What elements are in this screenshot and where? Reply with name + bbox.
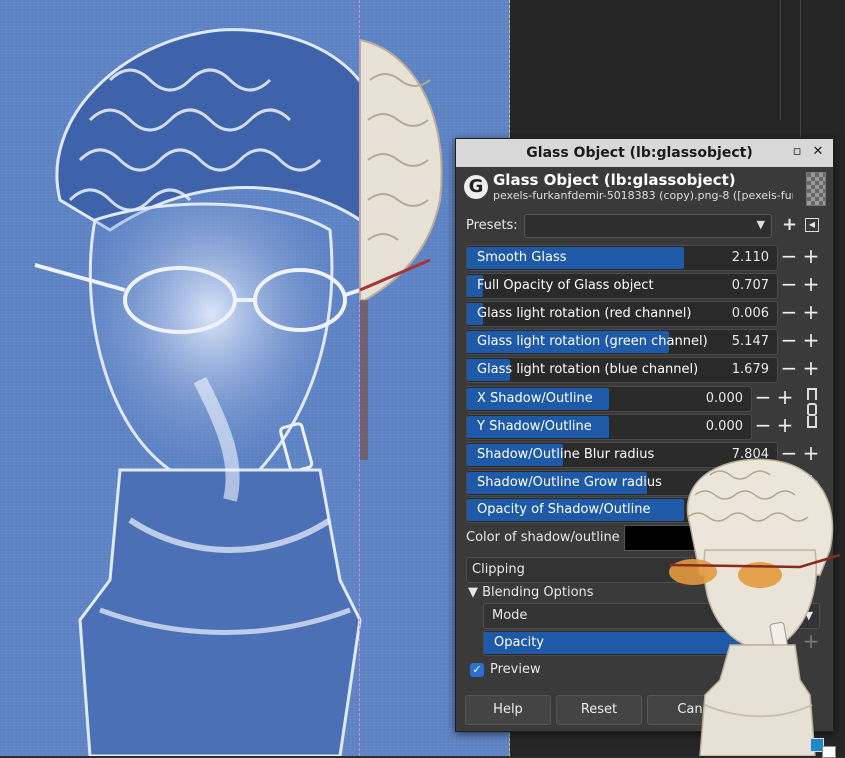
slider-value: 2.110 — [731, 250, 769, 265]
image-canvas[interactable] — [0, 0, 510, 756]
slider-value: 0.707 — [731, 278, 769, 293]
presets-dropdown[interactable]: ▼ — [524, 214, 772, 238]
maximize-icon[interactable]: ▫ — [790, 145, 804, 159]
decrease-icon[interactable]: − — [779, 357, 799, 381]
help-button[interactable]: Help — [465, 695, 551, 725]
blending-options-label: Blending Options — [482, 585, 594, 600]
add-preset-icon[interactable]: + — [782, 214, 797, 236]
preview-label: Preview — [490, 662, 541, 677]
slider-row: Smooth Glass 2.110− + — [466, 245, 826, 271]
fg-bg-color-swatches[interactable] — [808, 736, 845, 758]
close-icon[interactable]: ✕ — [811, 145, 825, 159]
expander-triangle-icon: ▼ — [468, 585, 478, 600]
clipping-label: Clipping — [472, 562, 525, 577]
parameter-slider[interactable]: Glass light rotation (blue channel) 1.679 — [466, 357, 778, 383]
split-view-guide — [359, 0, 360, 756]
decrease-icon[interactable]: − — [779, 273, 799, 297]
slider-value: 0.000 — [705, 419, 743, 434]
slider-value: 1.679 — [731, 362, 769, 377]
ruler-line — [780, 0, 781, 120]
parameter-slider[interactable]: Y Shadow/Outline 0.000 — [466, 414, 752, 440]
parameter-slider[interactable]: Glass light rotation (red channel) 0.006 — [466, 301, 778, 327]
slider-label: Smooth Glass — [477, 250, 567, 265]
slider-label: Y Shadow/Outline — [477, 419, 592, 434]
blending-options-expander[interactable]: ▼ Blending Options — [468, 585, 594, 600]
increase-icon[interactable]: + — [801, 245, 821, 269]
decrease-icon[interactable]: − — [779, 301, 799, 325]
parameter-slider[interactable]: X Shadow/Outline 0.000 — [466, 386, 752, 412]
slider-label: Full Opacity of Glass object — [477, 278, 654, 293]
slider-label: Glass light rotation (green channel) — [477, 334, 708, 349]
slider-row: X Shadow/Outline 0.000− + — [466, 386, 826, 412]
mode-label: Mode — [492, 608, 528, 623]
slider-value: 5.147 — [731, 334, 769, 349]
presets-label: Presets: — [466, 218, 518, 233]
increase-icon[interactable]: + — [801, 301, 821, 325]
filter-subtitle: pexels-furkanfdemir-5018383 (copy).png-8… — [493, 189, 793, 202]
slider-row: Y Shadow/Outline 0.000− + — [466, 414, 826, 440]
presets-row: Presets: ▼ + ◀ — [466, 214, 826, 238]
slider-label: Glass light rotation (blue channel) — [477, 362, 699, 377]
slider-row: Glass light rotation (green channel) 5.14… — [466, 329, 826, 355]
increase-icon[interactable]: + — [775, 386, 795, 410]
slider-row: Full Opacity of Glass object 0.707− + — [466, 273, 826, 299]
increase-icon[interactable]: + — [801, 357, 821, 381]
slider-label: Opacity of Shadow/Outline — [477, 502, 651, 517]
increase-icon[interactable]: + — [801, 273, 821, 297]
slider-value: 0.006 — [731, 306, 769, 321]
slider-value: 0.000 — [705, 391, 743, 406]
parameter-slider[interactable]: Glass light rotation (green channel) 5.14… — [466, 329, 778, 355]
decrease-icon[interactable]: − — [779, 329, 799, 353]
parameter-slider[interactable]: Full Opacity of Glass object 0.707 — [466, 273, 778, 299]
preview-checkbox[interactable]: ✓ — [470, 663, 484, 677]
statue-photo-overlay — [669, 458, 841, 756]
shadow-color-label: Color of shadow/outline — [466, 530, 620, 545]
slider-label: Shadow/Outline Blur radius — [477, 447, 655, 462]
filter-title: Glass Object (lb:glassobject) — [493, 171, 736, 189]
reset-button[interactable]: Reset — [556, 695, 642, 725]
dialog-titlebar[interactable]: Glass Object (lb:glassobject) ▫ ✕ — [456, 139, 833, 167]
decrease-icon[interactable]: − — [753, 386, 773, 410]
background-color-swatch[interactable] — [822, 746, 836, 758]
slider-label: Shadow/Outline Grow radius — [477, 475, 662, 490]
slider-row: Glass light rotation (red channel) 0.006−… — [466, 301, 826, 327]
increase-icon[interactable]: + — [801, 329, 821, 353]
opacity-label: Opacity — [494, 635, 545, 650]
presets-menu-icon[interactable]: ◀ — [805, 218, 819, 232]
filter-header: G Glass Object (lb:glassobject) pexels-f… — [461, 170, 826, 208]
slider-label: X Shadow/Outline — [477, 391, 593, 406]
increase-icon[interactable]: + — [775, 414, 795, 438]
gegl-icon: G — [464, 175, 488, 199]
chain-link-icon[interactable] — [805, 388, 817, 428]
decrease-icon[interactable]: − — [753, 414, 773, 438]
decrease-icon[interactable]: − — [779, 245, 799, 269]
chevron-down-icon: ▼ — [756, 218, 765, 231]
layer-thumbnail — [806, 172, 826, 206]
dialog-title: Glass Object (lb:glassobject) — [526, 145, 753, 161]
slider-label: Glass light rotation (red channel) — [477, 306, 692, 321]
glass-statue-image — [34, 28, 443, 756]
parameter-slider[interactable]: Smooth Glass 2.110 — [466, 245, 778, 271]
slider-row: Glass light rotation (blue channel) 1.679… — [466, 357, 826, 383]
